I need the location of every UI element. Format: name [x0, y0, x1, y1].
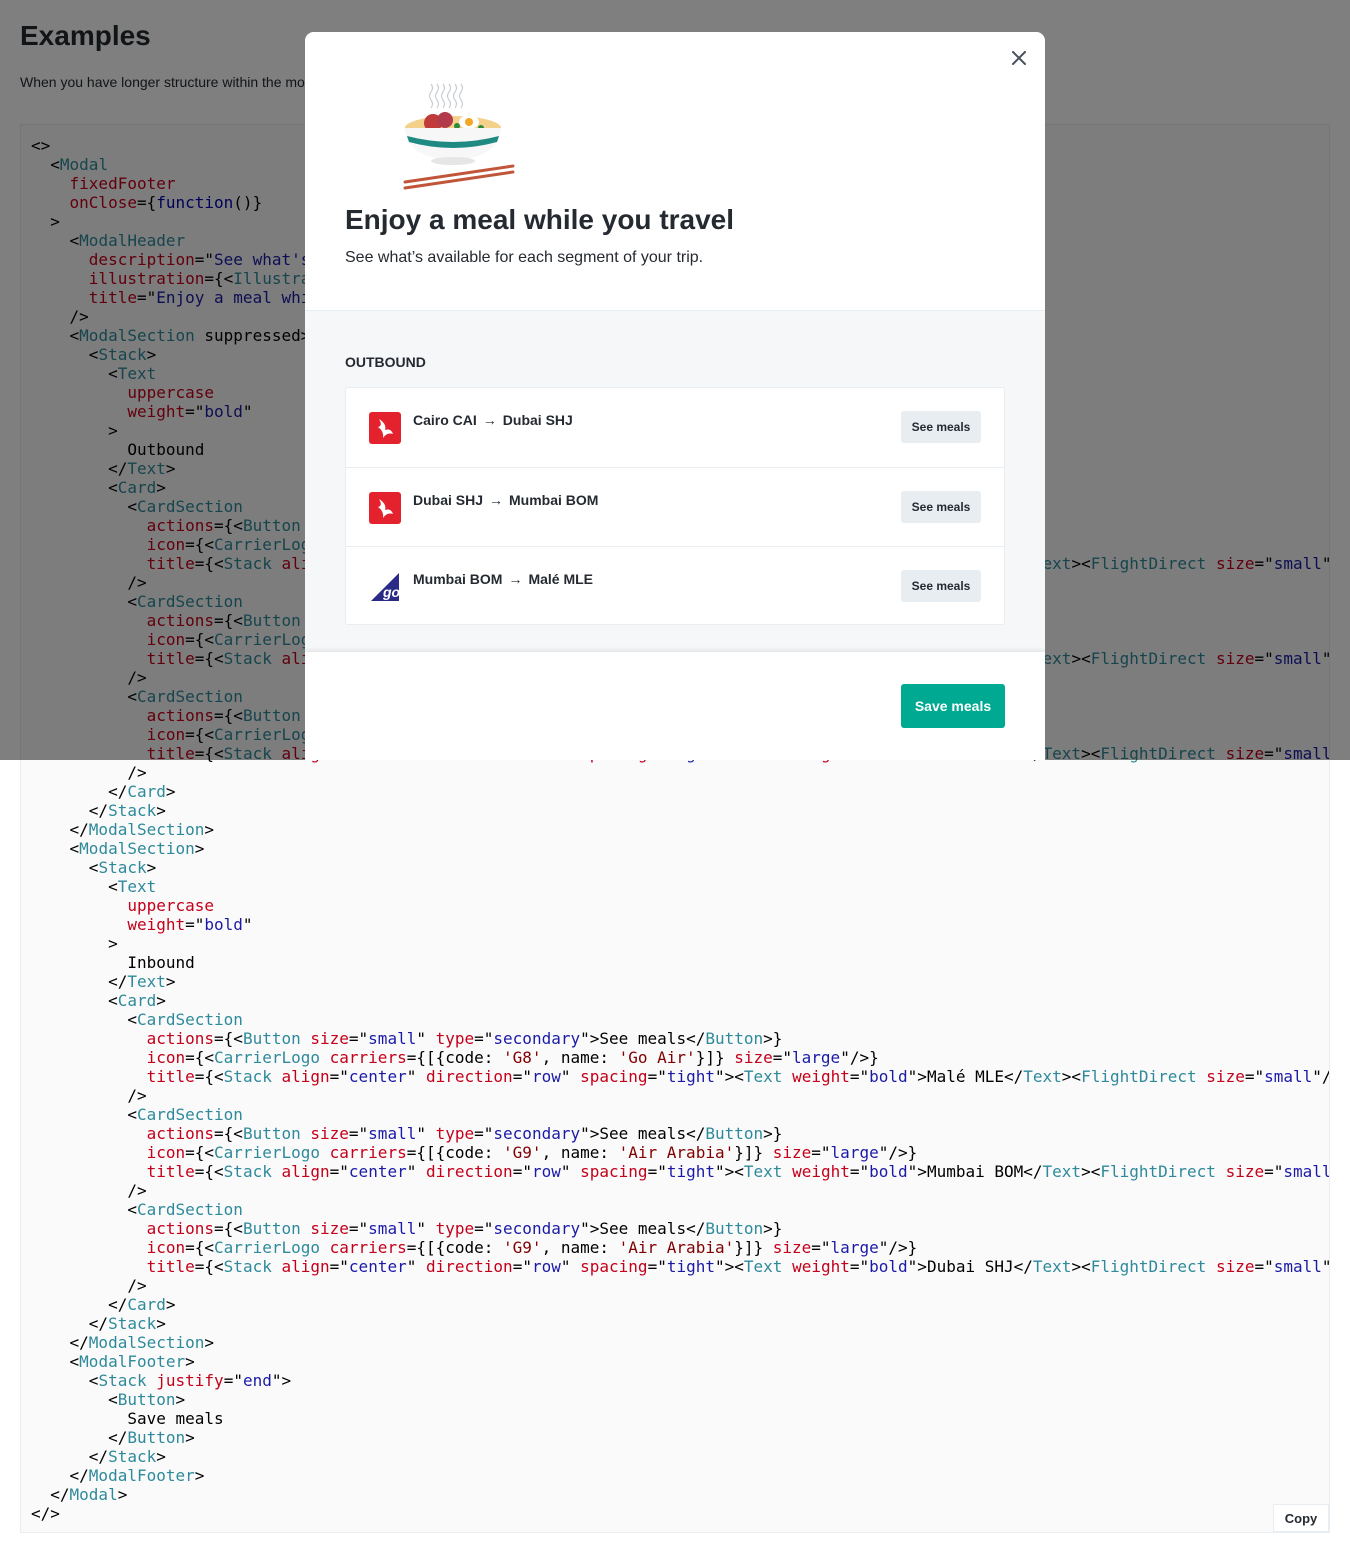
- card-section: Cairo CAI → Dubai SHJ See meals: [346, 388, 1004, 467]
- code-line: <ModalSection>: [31, 839, 205, 858]
- card-section: go Mumbai BOM → Malé MLE See meals: [346, 546, 1004, 625]
- code-line: <CardSection: [31, 1010, 243, 1029]
- segments-card: Cairo CAI → Dubai SHJ See meals Dubai SH…: [345, 387, 1005, 625]
- code-line: weight="bold": [127, 915, 253, 934]
- code-line: </ModalSection>: [31, 820, 215, 839]
- code-line: />: [31, 1181, 147, 1200]
- code-line: title={<Stack align="center" direction="…: [146, 1257, 1329, 1276]
- code-line: </>: [31, 1504, 60, 1523]
- flight-direct-icon: →: [482, 412, 497, 428]
- svg-text:go: go: [382, 584, 401, 600]
- destination: Mumbai BOM: [509, 492, 599, 508]
- origin: Cairo CAI: [413, 412, 477, 428]
- code-line: </Card>: [31, 782, 176, 801]
- code-line: title={<Stack align="center" direction="…: [146, 1067, 1330, 1086]
- code-line: />: [31, 1276, 147, 1295]
- code-line: </ModalFooter>: [31, 1466, 205, 1485]
- code-line: icon={<CarrierLogo carriers={[{code: 'G8…: [146, 1048, 879, 1067]
- code-line: <Button>: [31, 1390, 186, 1409]
- origin: Mumbai BOM: [413, 571, 503, 587]
- card-section: Dubai SHJ → Mumbai BOM See meals: [346, 467, 1004, 546]
- code-line: </Button>: [31, 1428, 195, 1447]
- code-line: actions={<Button size="small" type="seco…: [146, 1124, 783, 1143]
- go-air-logo-icon: go: [369, 571, 401, 603]
- code-line: </Text>: [31, 972, 176, 991]
- modal-title: Enjoy a meal while you travel: [345, 204, 735, 235]
- code-line: <Stack justify="end">: [31, 1371, 292, 1390]
- origin: Dubai SHJ: [413, 492, 484, 508]
- code-line: </Stack>: [31, 801, 166, 820]
- modal-header: Enjoy a meal while you travel See what’s…: [305, 32, 1045, 310]
- code-line: <CardSection: [31, 1200, 243, 1219]
- see-meals-button[interactable]: See meals: [901, 570, 981, 602]
- meal-illustration: [365, 76, 525, 196]
- code-line: Inbound: [31, 953, 195, 972]
- code-line: actions={<Button size="small" type="seco…: [146, 1029, 783, 1048]
- code-line: >: [31, 934, 118, 953]
- code-line: icon={<CarrierLogo carriers={[{code: 'G9…: [146, 1143, 918, 1162]
- code-line: </Modal>: [31, 1485, 128, 1504]
- modal-section-outbound: Outbound Cairo CAI → Dubai SHJ See meals: [305, 310, 1045, 652]
- route-title: Dubai SHJ → Mumbai BOM: [413, 492, 598, 508]
- modal-dialog: Enjoy a meal while you travel See what’s…: [305, 32, 1045, 760]
- route-title: Mumbai BOM → Malé MLE: [413, 571, 593, 587]
- save-meals-button[interactable]: Save meals: [901, 684, 1005, 728]
- code-line: <ModalFooter>: [31, 1352, 195, 1371]
- see-meals-button[interactable]: See meals: [901, 491, 981, 523]
- code-line: </ModalSection>: [31, 1333, 215, 1352]
- code-line: actions={<Button size="small" type="seco…: [146, 1219, 783, 1238]
- see-meals-button[interactable]: See meals: [901, 411, 981, 443]
- destination: Malé MLE: [528, 571, 594, 587]
- code-line: </Stack>: [31, 1314, 166, 1333]
- modal-description: See what’s available for each segment of…: [345, 249, 704, 266]
- code-line: <Text: [31, 877, 157, 896]
- flight-direct-icon: →: [489, 492, 504, 508]
- modal-footer: Save meals: [305, 652, 1045, 760]
- section-label: Outbound: [345, 354, 426, 370]
- code-line: </Card>: [31, 1295, 176, 1314]
- code-line: uppercase: [127, 896, 215, 915]
- code-line: <Card>: [31, 991, 166, 1010]
- air-arabia-logo-icon: [369, 492, 401, 524]
- code-line: />: [31, 1086, 147, 1105]
- copy-button[interactable]: Copy: [1273, 1504, 1329, 1532]
- code-line: icon={<CarrierLogo carriers={[{code: 'G9…: [146, 1238, 918, 1257]
- code-line: />: [31, 763, 147, 782]
- code-line: </Stack>: [31, 1447, 166, 1466]
- code-line: title={<Stack align="center" direction="…: [146, 1162, 1330, 1181]
- close-icon[interactable]: [1007, 46, 1031, 70]
- code-line: Save meals: [31, 1409, 224, 1428]
- route-title: Cairo CAI → Dubai SHJ: [413, 412, 573, 428]
- destination: Dubai SHJ: [502, 412, 573, 428]
- flight-direct-icon: →: [508, 571, 523, 587]
- code-line: <Stack>: [31, 858, 157, 877]
- air-arabia-logo-icon: [369, 412, 401, 444]
- code-line: <CardSection: [31, 1105, 243, 1124]
